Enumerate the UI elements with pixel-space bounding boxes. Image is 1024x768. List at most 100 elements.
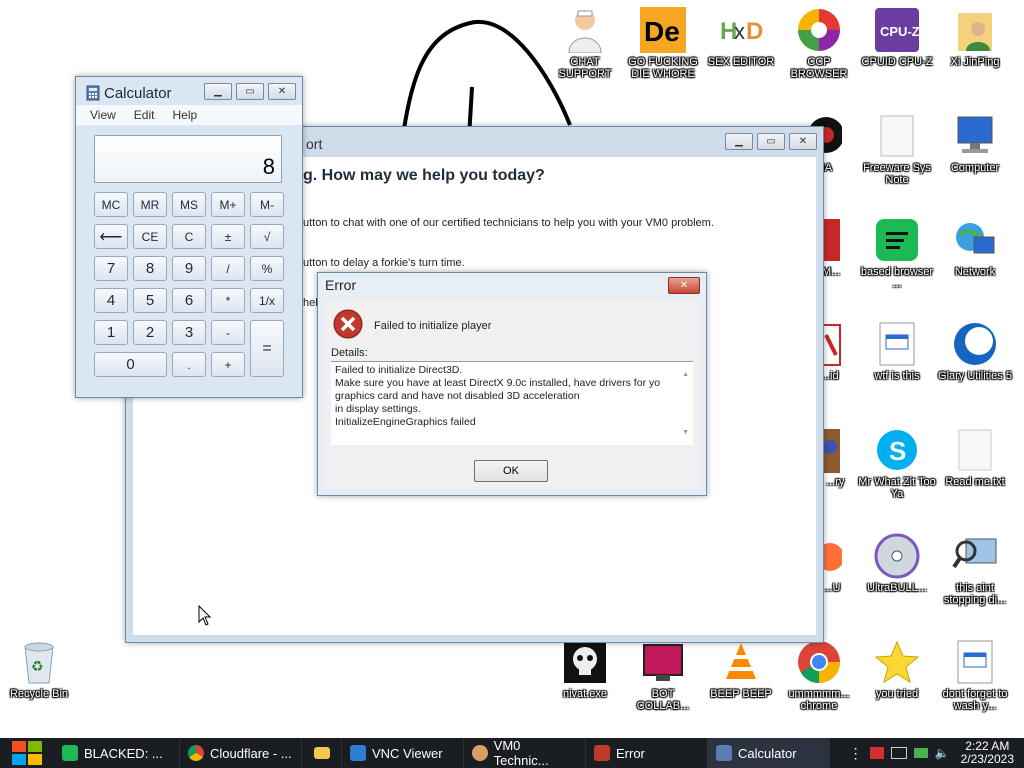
add-button[interactable]: +	[211, 352, 245, 377]
scroll-up-icon[interactable]: ▲	[682, 368, 689, 381]
ms-button[interactable]: MS	[172, 192, 206, 217]
desktop-icon-glary-utilities[interactable]: Glary Utilities 5	[936, 320, 1014, 382]
desktop-icon-computer[interactable]: Computer	[936, 112, 1014, 174]
desktop-icon-you-tried[interactable]: you tried	[858, 638, 936, 700]
ok-button[interactable]: OK	[474, 460, 548, 482]
digit-9-button[interactable]: 9	[172, 256, 206, 281]
menu-help[interactable]: Help	[172, 105, 197, 125]
overflow-menu-icon[interactable]: ⋮	[849, 745, 863, 762]
percent-button[interactable]: %	[250, 256, 284, 281]
equals-button[interactable]: =	[250, 320, 284, 377]
decimal-button[interactable]: .	[172, 352, 206, 377]
skull-icon	[561, 638, 609, 686]
digit-4-button[interactable]: 4	[94, 288, 128, 313]
desktop-icon-bot-collab[interactable]: BOT COLLAB...	[624, 638, 702, 712]
m-plus-button[interactable]: M+	[211, 192, 245, 217]
digit-1-button[interactable]: 1	[94, 320, 128, 345]
desktop-icon-hxd[interactable]: HxD SEX EDITOR	[702, 6, 780, 68]
disc-icon	[873, 532, 921, 580]
desktop-icon-this-aint-stopping[interactable]: this aint stopping di...	[936, 532, 1014, 606]
hxd-icon: HxD	[717, 6, 765, 54]
doctor-icon	[561, 6, 609, 54]
desktop-icon-chat-support[interactable]: CHAT SUPPORT	[546, 6, 624, 80]
mr-button[interactable]: MR	[133, 192, 167, 217]
desktop-icon-recycle-bin[interactable]: ♻ Recycle Bin	[0, 638, 78, 700]
maximize-button[interactable]: ▭	[236, 83, 264, 100]
recycle-bin-icon: ♻	[15, 638, 63, 686]
desktop-icon-chrome[interactable]: ummmmm... chrome	[780, 638, 858, 712]
plus-minus-button[interactable]: ±	[211, 224, 245, 249]
taskbar-item-calculator[interactable]: Calculator	[708, 738, 830, 768]
taskbar-item-blacked[interactable]: BLACKED: ...	[54, 738, 180, 768]
desktop-icon-de[interactable]: De GO FUCKING DIE WHORE	[624, 6, 702, 80]
close-button[interactable]: ✕	[668, 277, 700, 294]
scroll-down-icon[interactable]: ▼	[682, 426, 689, 439]
digit-0-button[interactable]: 0	[94, 352, 167, 377]
taskbar-item-error[interactable]: Error	[586, 738, 708, 768]
minimize-button[interactable]: ▁	[204, 83, 232, 100]
calculator-menu: View Edit Help	[76, 105, 302, 125]
chat-app-icon	[62, 745, 78, 761]
desktop-icon-cpuz[interactable]: CPU-Z CPUID CPU-Z	[858, 6, 936, 68]
m-minus-button[interactable]: M-	[250, 192, 284, 217]
digit-7-button[interactable]: 7	[94, 256, 128, 281]
taskbar-item-cloudflare[interactable]: Cloudflare - ...	[180, 738, 302, 768]
volume-icon[interactable]: 🔈	[935, 746, 950, 760]
digit-2-button[interactable]: 2	[133, 320, 167, 345]
digit-8-button[interactable]: 8	[133, 256, 167, 281]
desktop-icon-ultrabull[interactable]: UltraBULL...	[858, 532, 936, 594]
calculator-window[interactable]: Calculator ▁ ▭ ✕ View Edit Help 8 MC MR …	[75, 76, 303, 398]
menu-view[interactable]: View	[90, 105, 116, 125]
calculator-controls: ▁ ▭ ✕	[204, 83, 296, 100]
desktop-icon-mr-what-zit[interactable]: S Mr What Zit Too Ya	[858, 426, 936, 500]
star-icon	[873, 638, 921, 686]
multiply-button[interactable]: *	[211, 288, 245, 313]
divide-button[interactable]: /	[211, 256, 245, 281]
document-icon	[873, 320, 921, 368]
desktop-icon-nivat[interactable]: nivat.exe	[546, 638, 624, 700]
clock-date: 2/23/2023	[960, 752, 1014, 766]
sqrt-button[interactable]: √	[250, 224, 284, 249]
ce-button[interactable]: CE	[133, 224, 167, 249]
digit-3-button[interactable]: 3	[172, 320, 206, 345]
support-delay-text: utton to delay a forkie's turn time.	[303, 257, 465, 269]
desktop-icon-xi-jinping[interactable]: Xi JinPing	[936, 6, 1014, 68]
battery-icon[interactable]	[890, 747, 907, 759]
error-message: Failed to initialize player	[374, 320, 492, 332]
desktop-icon-read-me[interactable]: Read me.txt	[936, 426, 1014, 488]
reciprocal-button[interactable]: 1/x	[250, 288, 284, 313]
mc-button[interactable]: MC	[94, 192, 128, 217]
digit-6-button[interactable]: 6	[172, 288, 206, 313]
desktop-icon-network[interactable]: Network	[936, 216, 1014, 278]
taskbar-item-vm0-technician[interactable]: VM0 Technic...	[464, 738, 586, 768]
browser-icon	[795, 6, 843, 54]
maximize-button[interactable]: ▭	[757, 133, 785, 150]
desktop-icon-ccp-browser[interactable]: CCP BROWSER	[780, 6, 858, 80]
desktop-icon-dont-forget[interactable]: dont forget to wash y...	[936, 638, 1014, 712]
flag-icon[interactable]	[869, 747, 884, 759]
error-dialog-body: Failed to initialize player Details: Fai…	[324, 299, 700, 489]
support-window-controls: ▁ ▭ ✕	[725, 133, 817, 150]
desktop-icon-based-browser[interactable]: based browser ...	[858, 216, 936, 290]
clock[interactable]: 2:22 AM 2/23/2023	[961, 740, 1014, 766]
details-line: Failed to initialize Direct3D.	[335, 364, 463, 376]
minimize-button[interactable]: ▁	[725, 133, 753, 150]
digit-5-button[interactable]: 5	[133, 288, 167, 313]
clear-button[interactable]: C	[172, 224, 206, 249]
network-tray-icon[interactable]	[913, 748, 928, 758]
backspace-button[interactable]: ⟵	[94, 224, 128, 249]
error-dialog[interactable]: Error ✕ Failed to initialize player Deta…	[317, 272, 707, 496]
start-button[interactable]	[0, 738, 54, 768]
taskbar-item-explorer[interactable]	[302, 738, 342, 768]
desktop-icon-wtf-is-this[interactable]: wtf is this	[858, 320, 936, 382]
desktop-icon-freeware-sys-note[interactable]: Freeware Sys Note	[858, 112, 936, 186]
details-text-area[interactable]: Failed to initialize Direct3D. Make sure…	[331, 361, 693, 445]
subtract-button[interactable]: -	[211, 320, 245, 345]
svg-text:S: S	[889, 436, 906, 466]
taskbar-item-vnc-viewer[interactable]: VNC Viewer	[342, 738, 464, 768]
close-button[interactable]: ✕	[268, 83, 296, 100]
menu-edit[interactable]: Edit	[134, 105, 155, 125]
desktop-icon-beep-beep[interactable]: BEEP BEEP	[702, 638, 780, 700]
chrome-icon	[188, 745, 204, 761]
close-button[interactable]: ✕	[789, 133, 817, 150]
